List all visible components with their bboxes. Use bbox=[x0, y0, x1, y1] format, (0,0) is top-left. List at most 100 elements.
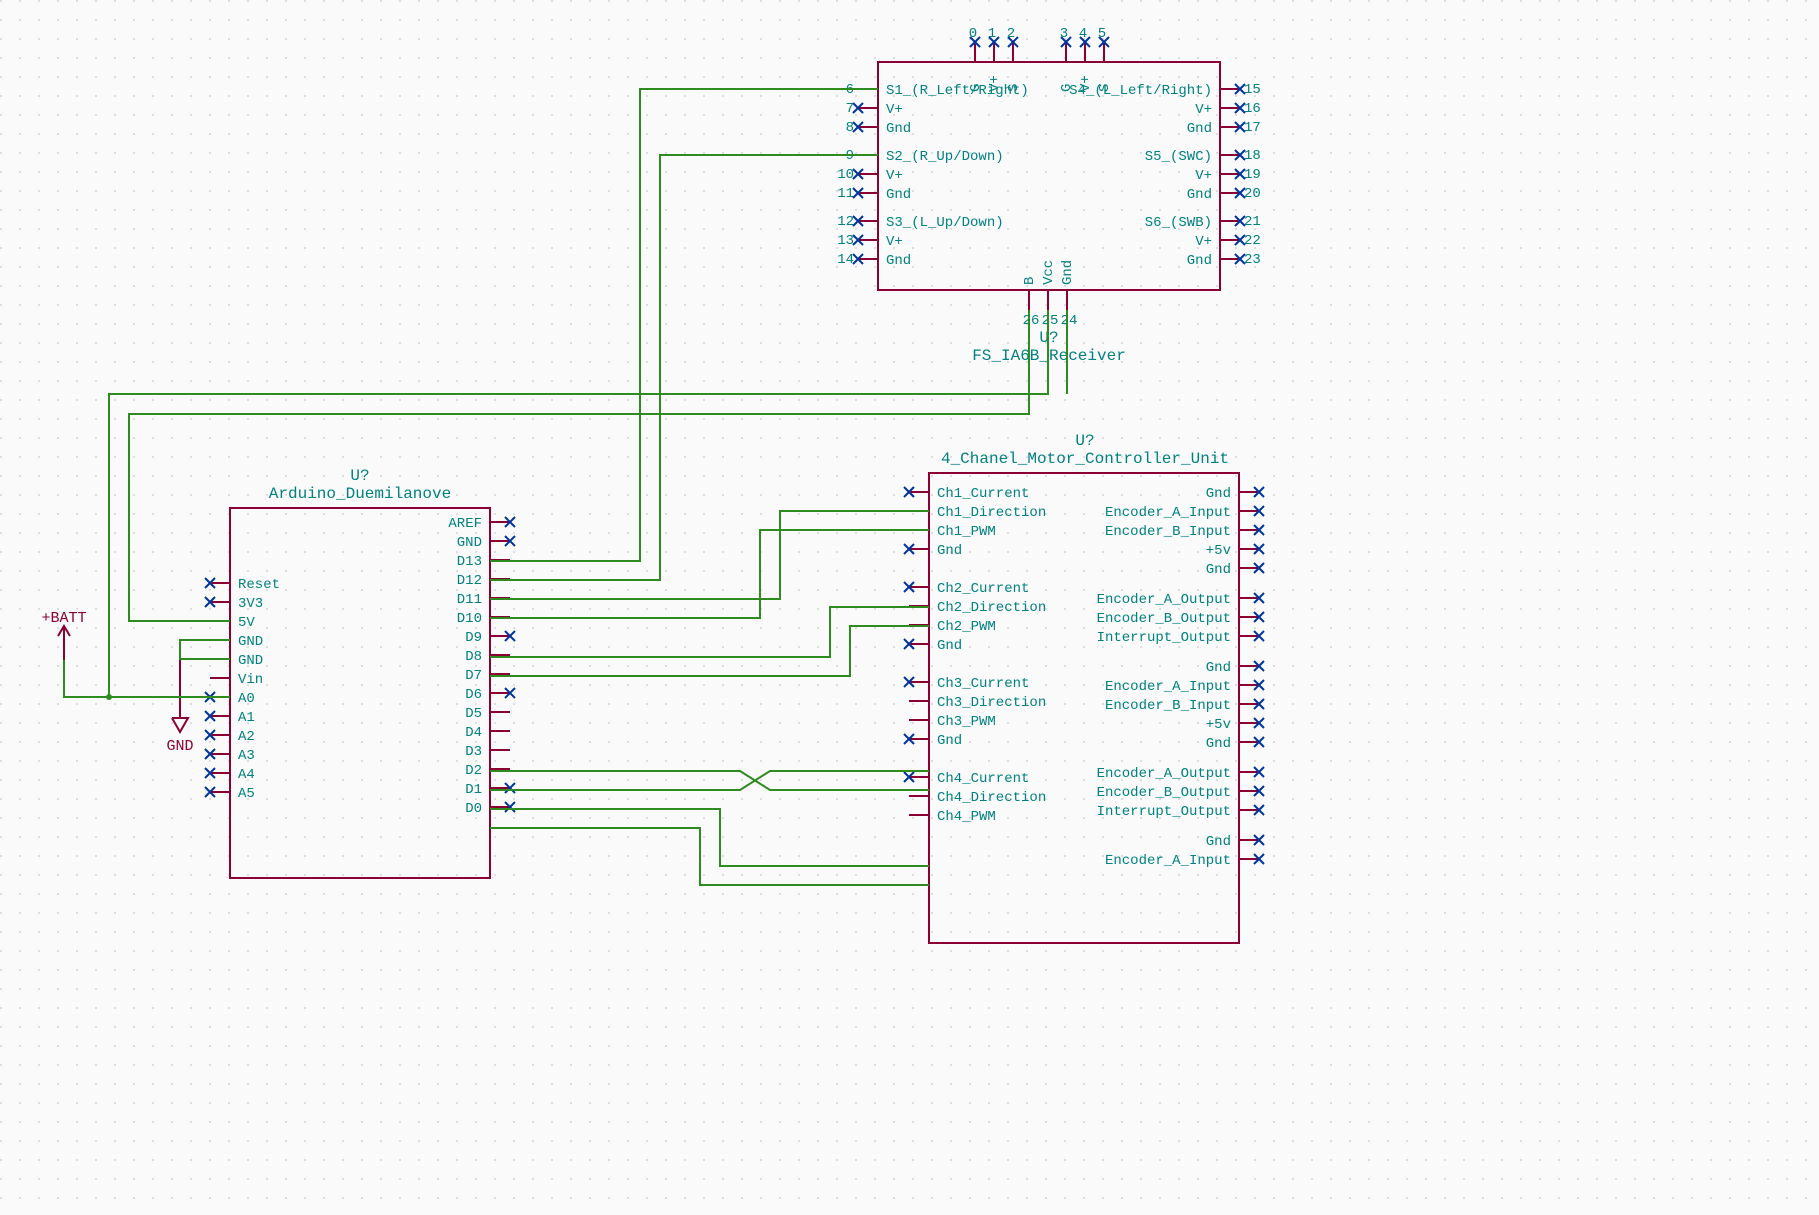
arduino-value: Arduino_Duemilanove bbox=[269, 485, 451, 503]
motorctrl-ref: U? bbox=[1075, 432, 1094, 450]
arduino-right-pin: D0 bbox=[465, 801, 482, 817]
motor-left-pin: Gnd bbox=[937, 543, 962, 559]
arduino-left-pin: Reset bbox=[238, 577, 280, 593]
motor-right-pin: Encoder_A_Output bbox=[1097, 592, 1231, 608]
motor-right-pin: +5v bbox=[1206, 717, 1231, 733]
arduino-ref: U? bbox=[350, 467, 369, 485]
receiver-left-pin: Gnd bbox=[886, 121, 911, 137]
arduino-right-pin: D13 bbox=[457, 554, 482, 570]
arduino-left-pin: A5 bbox=[238, 786, 255, 802]
receiver-left-pin: Gnd bbox=[886, 253, 911, 269]
svg-text:26: 26 bbox=[1023, 313, 1040, 329]
motor-left-pin: Ch2_Direction bbox=[937, 600, 1046, 616]
svg-text:25: 25 bbox=[1042, 313, 1059, 329]
motor-left-pin: Ch3_Current bbox=[937, 676, 1029, 692]
motor-left-pin: Ch1_PWM bbox=[937, 524, 996, 540]
svg-text:13: 13 bbox=[837, 233, 854, 249]
receiver-right-pin: Gnd bbox=[1187, 121, 1212, 137]
svg-text:11: 11 bbox=[837, 186, 854, 202]
receiver-right-pin: V+ bbox=[1195, 234, 1212, 250]
receiver-right-pin: S4_(L_Left/Right) bbox=[1069, 83, 1212, 99]
motor-left-pin: Gnd bbox=[937, 733, 962, 749]
svg-text:20: 20 bbox=[1244, 186, 1261, 202]
svg-text:16: 16 bbox=[1244, 101, 1261, 117]
motor-left-pin: Ch1_Direction bbox=[937, 505, 1046, 521]
motor-left-pin: Ch4_Current bbox=[937, 771, 1029, 787]
arduino-right-pin: D9 bbox=[465, 630, 482, 646]
arduino-left-pin: A1 bbox=[238, 710, 255, 726]
svg-text:5: 5 bbox=[1098, 26, 1106, 42]
receiver-bottom-label: B bbox=[1022, 277, 1038, 285]
motor-right-pin: Encoder_B_Output bbox=[1097, 785, 1231, 801]
receiver-left-pin: V+ bbox=[886, 234, 903, 250]
svg-text:22: 22 bbox=[1244, 233, 1261, 249]
motor-left-pin: Ch2_Current bbox=[937, 581, 1029, 597]
motor-right-pin: Encoder_B_Input bbox=[1105, 698, 1231, 714]
motor-right-pin: +5v bbox=[1206, 543, 1231, 559]
receiver-right-pin: V+ bbox=[1195, 168, 1212, 184]
arduino-left-pin: GND bbox=[238, 653, 263, 669]
svg-text:18: 18 bbox=[1244, 148, 1261, 164]
motor-right-pin: Encoder_A_Output bbox=[1097, 766, 1231, 782]
arduino-right-pin: D1 bbox=[465, 782, 482, 798]
motor-right-pin: Encoder_A_Input bbox=[1105, 505, 1231, 521]
arduino-right-pin: D11 bbox=[457, 592, 482, 608]
receiver-left-pin: Gnd bbox=[886, 187, 911, 203]
arduino-left-pin: Vin bbox=[238, 672, 263, 688]
svg-text:1: 1 bbox=[988, 26, 996, 42]
svg-text:15: 15 bbox=[1244, 82, 1261, 98]
receiver-left-pin: V+ bbox=[886, 168, 903, 184]
motor-right-pin: Gnd bbox=[1206, 660, 1231, 676]
arduino-right-pin: D12 bbox=[457, 573, 482, 589]
receiver-left-pin: S2_(R_Up/Down) bbox=[886, 149, 1004, 165]
svg-text:19: 19 bbox=[1244, 167, 1261, 183]
receiver-left-pin: S1_(R_Left/Right) bbox=[886, 83, 1029, 99]
svg-text:4: 4 bbox=[1079, 26, 1087, 42]
motor-left-pin: Ch2_PWM bbox=[937, 619, 996, 635]
svg-text:14: 14 bbox=[837, 252, 854, 268]
arduino-right-pin: GND bbox=[457, 535, 482, 551]
motor-right-pin: Interrupt_Output bbox=[1097, 804, 1231, 820]
arduino-right-pin: D2 bbox=[465, 763, 482, 779]
svg-text:2: 2 bbox=[1007, 26, 1015, 42]
motor-right-pin: Encoder_B_Output bbox=[1097, 611, 1231, 627]
motorctrl-value: 4_Chanel_Motor_Controller_Unit bbox=[941, 450, 1229, 468]
motor-right-pin: Gnd bbox=[1206, 834, 1231, 850]
arduino-right-pin: D7 bbox=[465, 668, 482, 684]
motor-right-pin: Encoder_B_Input bbox=[1105, 524, 1231, 540]
receiver-right-pin: S5_(SWC) bbox=[1145, 149, 1212, 165]
motor-left-pin: Ch4_Direction bbox=[937, 790, 1046, 806]
arduino-right-pin: D4 bbox=[465, 725, 482, 741]
schematic-canvas: U? Arduino_Duemilanove Reset3V35VGNDGNDV… bbox=[0, 0, 1819, 1215]
receiver-right-pin: V+ bbox=[1195, 102, 1212, 118]
svg-text:0: 0 bbox=[969, 26, 977, 42]
svg-text:23: 23 bbox=[1244, 252, 1261, 268]
receiver-bottom-label: Vcc bbox=[1041, 260, 1057, 285]
motor-right-pin: Encoder_A_Input bbox=[1105, 679, 1231, 695]
motor-right-pin: Encoder_A_Input bbox=[1105, 853, 1231, 869]
svg-text:17: 17 bbox=[1244, 120, 1261, 136]
motor-right-pin: Gnd bbox=[1206, 486, 1231, 502]
svg-text:GND: GND bbox=[166, 738, 193, 755]
motor-left-pin: Ch1_Current bbox=[937, 486, 1029, 502]
motor-left-pin: Ch4_PWM bbox=[937, 809, 996, 825]
svg-text:24: 24 bbox=[1061, 313, 1078, 329]
motor-left-pin: Ch3_PWM bbox=[937, 714, 996, 730]
arduino-left-pin: A2 bbox=[238, 729, 255, 745]
motor-right-pin: Interrupt_Output bbox=[1097, 630, 1231, 646]
svg-text:3: 3 bbox=[1060, 26, 1068, 42]
arduino-right-pin: D6 bbox=[465, 687, 482, 703]
motor-right-pin: Gnd bbox=[1206, 562, 1231, 578]
arduino-left-pin: A4 bbox=[238, 767, 255, 783]
motor-left-pin: Ch3_Direction bbox=[937, 695, 1046, 711]
arduino-left-pin: 5V bbox=[238, 615, 255, 631]
arduino-right-pin: D8 bbox=[465, 649, 482, 665]
receiver-left-pin: V+ bbox=[886, 102, 903, 118]
arduino-right-pin: D10 bbox=[457, 611, 482, 627]
arduino-right-pin: D5 bbox=[465, 706, 482, 722]
svg-text:10: 10 bbox=[837, 167, 854, 183]
receiver-right-pin: Gnd bbox=[1187, 187, 1212, 203]
svg-text:21: 21 bbox=[1244, 214, 1261, 230]
receiver-right-pin: S6_(SWB) bbox=[1145, 215, 1212, 231]
arduino-right-pin: AREF bbox=[448, 516, 482, 532]
